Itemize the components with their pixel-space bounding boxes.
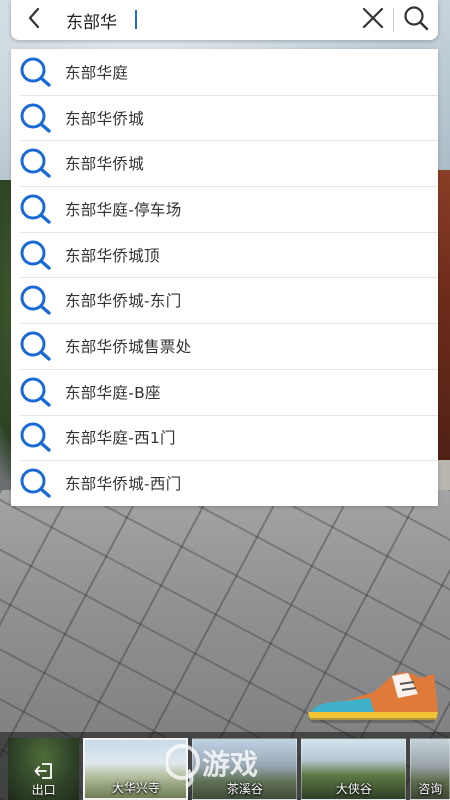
search-icon <box>11 285 57 315</box>
search-icon <box>11 331 57 361</box>
suggestion-item[interactable]: 东部华侨城-东门 <box>11 277 438 323</box>
close-icon <box>362 7 384 33</box>
scene-thumbnail-label: 大侠谷 <box>335 782 372 796</box>
suggestion-item[interactable]: 东部华庭-停车场 <box>11 186 438 232</box>
exit-button[interactable]: 出口 <box>8 738 80 800</box>
suggestion-label: 东部华庭-停车场 <box>65 200 182 219</box>
search-icon <box>11 377 57 407</box>
back-button[interactable] <box>11 0 57 40</box>
scene-thumbnail-label: 大华兴寺 <box>111 781 160 795</box>
search-icon <box>11 468 57 498</box>
search-icon <box>11 422 57 453</box>
suggestion-label: 东部华庭-西1门 <box>65 429 176 448</box>
suggestion-item[interactable]: 东部华侨城售票处 <box>11 323 438 369</box>
suggestion-label: 东部华庭 <box>65 63 129 82</box>
search-icon <box>11 240 57 270</box>
suggestion-item[interactable]: 东部华侨城 <box>11 94 438 141</box>
exit-label: 出口 <box>31 783 56 797</box>
search-icon <box>403 5 429 35</box>
suggestion-label: 东部华侨城-西门 <box>65 475 182 494</box>
suggestion-item[interactable]: 东部华侨城 <box>11 140 438 186</box>
search-button[interactable] <box>394 0 438 40</box>
scene-thumbnail[interactable]: 茶溪谷 <box>192 738 298 800</box>
chevron-left-icon <box>27 7 41 33</box>
suggestion-label: 东部华侨城售票处 <box>65 337 192 356</box>
walk-shoe-icon <box>304 672 440 730</box>
suggestion-label: 东部华侨城 <box>65 155 145 174</box>
suggestion-item[interactable]: 东部华侨城顶 <box>11 231 438 278</box>
suggestion-label: 东部华侨城 <box>65 109 145 128</box>
scene-thumbnail-label: 咨询 <box>418 782 443 796</box>
search-icon <box>11 148 57 178</box>
suggestion-label: 东部华侨城顶 <box>65 246 160 265</box>
suggestion-item[interactable]: 东部华庭 <box>11 49 438 95</box>
scene-strip: 出口 大华兴寺 茶溪谷 大侠谷 咨询 <box>0 732 450 800</box>
suggestion-item[interactable]: 东部华庭-B座 <box>11 368 438 415</box>
suggestion-item[interactable]: 东部华侨城-西门 <box>11 460 438 506</box>
suggestion-item[interactable]: 东部华庭-西1门 <box>11 414 438 461</box>
text-caret <box>135 10 137 29</box>
suggestion-list: 东部华庭 东部华侨城 东部华侨城 东部华庭-停车场 东部华侨城顶 东部华侨城-东门 东部华侨… <box>11 49 438 506</box>
walk-button[interactable] <box>304 668 440 726</box>
scene-thumbnail[interactable]: 大华兴寺 <box>83 738 189 800</box>
search-bar <box>11 0 438 40</box>
scene-thumbnail[interactable]: 大侠谷 <box>301 738 407 800</box>
scene-thumbnail[interactable]: 咨询 <box>410 738 450 800</box>
scene-thumbnail-label: 茶溪谷 <box>226 782 263 796</box>
search-input[interactable] <box>57 0 353 40</box>
suggestion-label: 东部华庭-B座 <box>65 383 161 402</box>
suggestion-label: 东部华侨城-东门 <box>65 292 182 311</box>
search-icon <box>11 103 57 133</box>
search-icon <box>11 194 57 224</box>
search-icon <box>11 57 57 87</box>
clear-button[interactable] <box>353 0 393 40</box>
